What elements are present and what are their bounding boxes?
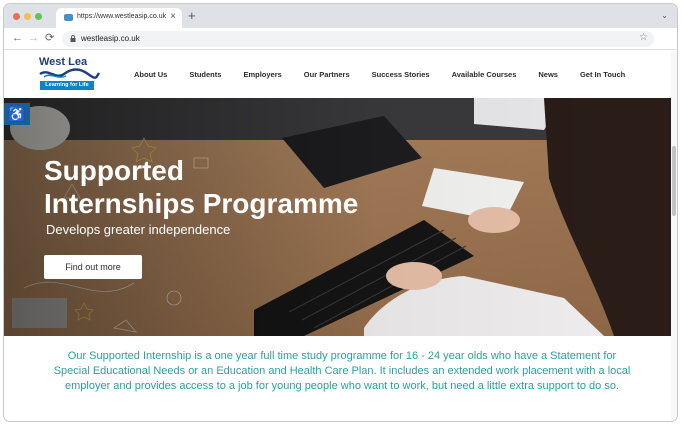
- favicon-icon: [64, 14, 73, 21]
- west-lea-logo[interactable]: West Lea Learning for Life: [38, 56, 100, 92]
- lock-icon: [70, 35, 76, 42]
- hero-title-line-2: Internships Programme: [44, 188, 359, 219]
- new-tab-button[interactable]: +: [188, 9, 196, 22]
- bookmark-star-icon[interactable]: ☆: [639, 32, 648, 43]
- nav-students[interactable]: Students: [189, 70, 221, 79]
- nav-our-partners[interactable]: Our Partners: [304, 70, 350, 79]
- logo-wave-icon: [39, 68, 100, 79]
- nav-get-in-touch[interactable]: Get In Touch: [580, 70, 625, 79]
- hero-banner: ♿ Supported Internships Programme Develo…: [4, 98, 677, 336]
- site-header: West Lea Learning for Life About Us Stud…: [4, 51, 677, 98]
- logo-tagline: Learning for Life: [40, 81, 94, 90]
- browser-window: https://www.westleasip.co.uk × + ⌄ ← → ⟳…: [3, 3, 678, 422]
- intro-paragraph: Our Supported Internship is a one year f…: [53, 350, 631, 392]
- hero-subtitle: Develops greater independence: [46, 222, 231, 237]
- nav-about-us[interactable]: About Us: [134, 70, 167, 79]
- nav-available-courses[interactable]: Available Courses: [452, 70, 517, 79]
- nav-news[interactable]: News: [538, 70, 558, 79]
- browser-toolbar: ← → ⟳ westleasip.co.uk ☆: [4, 28, 677, 50]
- nav-success-stories[interactable]: Success Stories: [372, 70, 430, 79]
- main-navigation: About Us Students Employers Our Partners…: [134, 51, 647, 98]
- reload-button[interactable]: ⟳: [45, 31, 54, 45]
- tab-title: https://www.westleasip.co.uk: [77, 13, 167, 20]
- url-text: westleasip.co.uk: [81, 34, 140, 43]
- nav-employers[interactable]: Employers: [243, 70, 281, 79]
- scrollbar-thumb[interactable]: [672, 146, 676, 216]
- browser-tab[interactable]: https://www.westleasip.co.uk ×: [56, 8, 182, 28]
- tab-close-icon[interactable]: ×: [170, 11, 176, 22]
- address-bar[interactable]: westleasip.co.uk ☆: [62, 31, 654, 47]
- minimize-window-button[interactable]: [24, 13, 31, 20]
- find-out-more-button[interactable]: Find out more: [44, 255, 142, 279]
- logo-name: West Lea: [39, 56, 88, 68]
- tab-menu-icon[interactable]: ⌄: [661, 11, 668, 20]
- tab-strip: https://www.westleasip.co.uk × + ⌄: [4, 4, 677, 28]
- forward-button[interactable]: →: [28, 31, 39, 45]
- hero-title: Supported Internships Programme: [44, 154, 358, 220]
- accessibility-icon[interactable]: ♿: [4, 103, 30, 125]
- maximize-window-button[interactable]: [35, 13, 42, 20]
- close-window-button[interactable]: [13, 13, 20, 20]
- hero-title-line-1: Supported: [44, 155, 184, 186]
- page-scrollbar[interactable]: [671, 51, 677, 421]
- back-button[interactable]: ←: [12, 31, 23, 45]
